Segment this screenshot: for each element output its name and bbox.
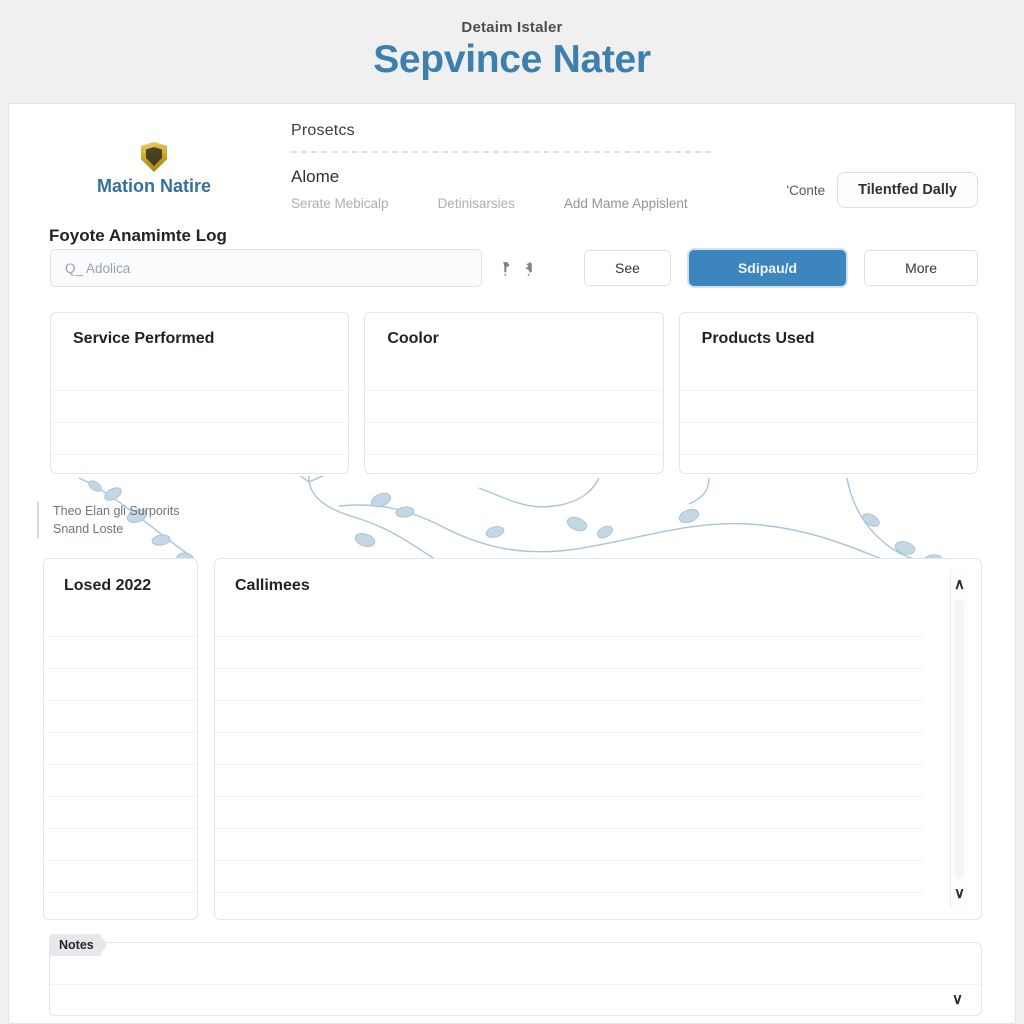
notes-tab[interactable]: Notes — [49, 934, 107, 956]
card-title: Service Performed — [73, 330, 215, 347]
notes-section: ∨ Notes — [43, 934, 982, 1016]
search-toolbar: Q_ Adolica See Sdipau/d More — [50, 249, 978, 287]
brand-name: Mation Natire — [96, 176, 211, 196]
nav-section-label: Prosetcs — [291, 122, 355, 139]
ruled-lines — [50, 953, 981, 1015]
header-note: 'Conte — [786, 182, 826, 198]
app-root: Detaim Istaler Sepvince Nater Mation Nat… — [0, 0, 1024, 1024]
ruled-lines — [44, 605, 197, 919]
notes-panel[interactable]: ∨ — [49, 942, 982, 1016]
header-actions: 'Conte Tilentfed Dally — [787, 172, 978, 208]
submit-button[interactable]: Sdipau/d — [688, 250, 847, 286]
panel-title: Losed 2022 — [64, 577, 152, 594]
banner-title: Sepvince Nater — [373, 38, 651, 81]
card-title: Products Used — [701, 330, 815, 347]
see-button[interactable]: See — [584, 250, 671, 286]
ruled-lines — [215, 605, 923, 919]
panel-losed-2022[interactable]: Losed 2022 — [43, 558, 198, 920]
more-button[interactable]: More — [864, 250, 978, 286]
caption-note: Theo Elan gli Surporits Snand Loste — [37, 502, 180, 539]
detail-cards: Service Performed Coolor Products Used — [50, 312, 978, 474]
gold-shield-icon — [141, 142, 167, 172]
search-input[interactable]: Q_ Adolica — [50, 249, 483, 287]
card-title: Coolor — [387, 330, 439, 347]
card-service-performed[interactable]: Service Performed — [50, 312, 350, 474]
ruled-lines — [51, 359, 349, 473]
tilentfed-dally-button[interactable]: Tilentfed Dally — [837, 172, 978, 208]
panel-title: Callimees — [235, 577, 310, 594]
filter-icon[interactable] — [501, 261, 514, 276]
main-card: Mation Natire Foyote Anamimte Log Proset… — [8, 103, 1016, 1024]
chevron-up-icon[interactable]: ∧ — [954, 577, 965, 592]
action-buttons: See Sdipau/d More — [584, 250, 978, 286]
nav-divider — [291, 151, 711, 153]
nav-links: Serate Mebicalp Detinisarsies Add Mame A… — [291, 196, 711, 211]
nav-link-serate-mebicalp[interactable]: Serate Mebicalp — [291, 196, 389, 211]
nav-block: Prosetcs Alome Serate Mebicalp Detinisar… — [291, 122, 711, 211]
page-title: Foyote Anamimte Log — [49, 226, 227, 245]
card-coolor[interactable]: Coolor — [364, 312, 664, 474]
search-placeholder: Q_ Adolica — [65, 260, 131, 276]
page-banner: Detaim Istaler Sepvince Nater — [0, 0, 1024, 101]
vertical-scrollbar[interactable]: ∧ ∨ — [950, 569, 968, 909]
chevron-down-icon[interactable]: ∨ — [952, 992, 963, 1007]
panel-callimees[interactable]: Callimees ∧ ∨ — [214, 558, 982, 920]
nav-link-add-mame-appislent[interactable]: Add Mame Appislent — [564, 196, 688, 211]
banner-kicker: Detaim Istaler — [461, 19, 563, 36]
caption-line-2: Snand Loste — [53, 522, 124, 537]
nav-primary-label: Alome — [291, 167, 340, 186]
search-side-icons — [501, 261, 534, 276]
brand-block: Mation Natire — [29, 142, 279, 197]
sort-icon[interactable] — [521, 261, 534, 276]
ruled-lines — [679, 359, 977, 473]
ruled-lines — [365, 359, 663, 473]
nav-link-detinisarsies[interactable]: Detinisarsies — [438, 196, 515, 211]
lower-panels: Losed 2022 Callimees ∧ ∨ — [43, 558, 982, 920]
scrollbar-track[interactable] — [955, 599, 964, 879]
caption-line-1: Theo Elan gli Surporits — [53, 504, 180, 518]
card-products-used[interactable]: Products Used — [678, 312, 978, 474]
chevron-down-icon[interactable]: ∨ — [954, 886, 965, 901]
